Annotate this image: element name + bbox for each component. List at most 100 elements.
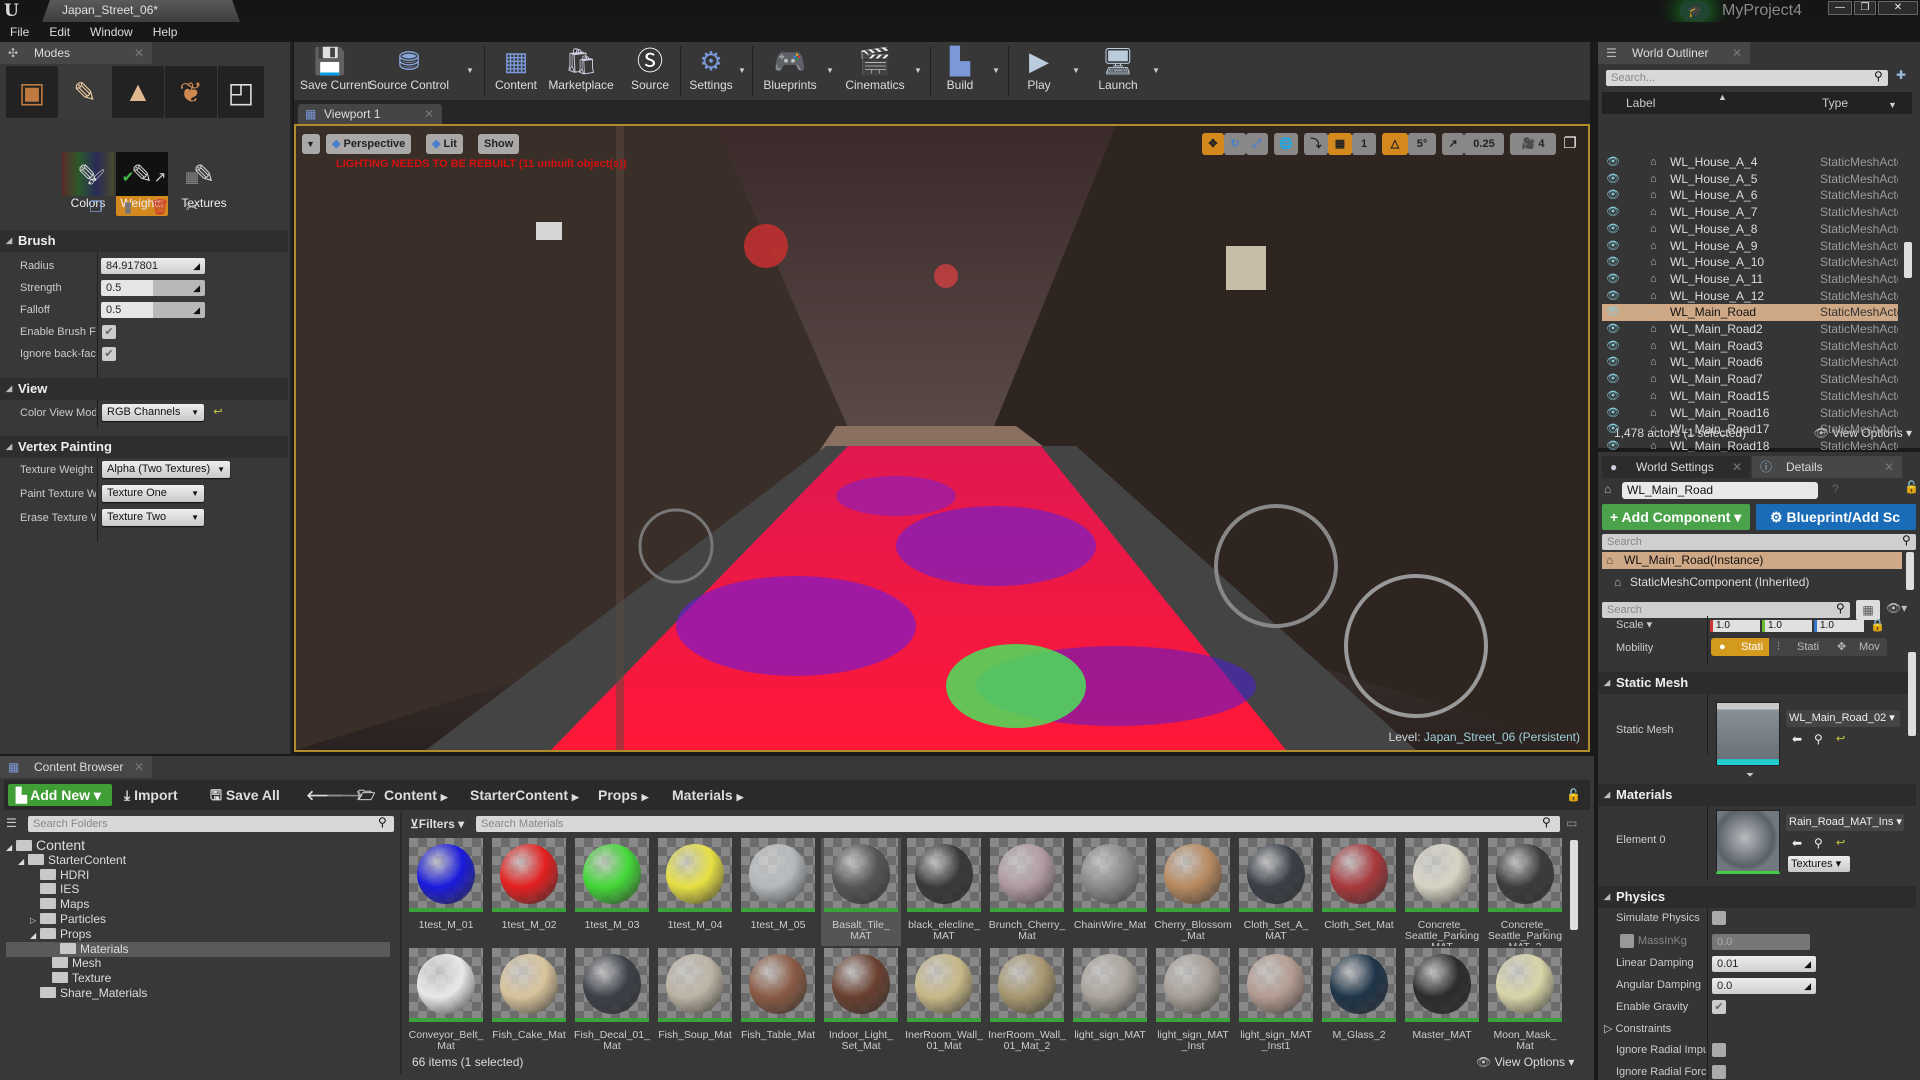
import-button[interactable]: ⤓ Import (124, 784, 178, 806)
viewport[interactable]: ▼ ◆ Perspective ◆ Lit Show LIGHTING NEED… (294, 124, 1590, 752)
asset-tile[interactable]: Concrete_ Seattle_Parking MAT (1402, 838, 1482, 946)
expand-arrow-icon[interactable]: ◢ (6, 840, 16, 855)
rotation-snap-toggle[interactable]: △ (1382, 133, 1408, 155)
folder-item[interactable]: Maps (30, 897, 89, 912)
launch-button[interactable]: 🖥 Launch (1090, 44, 1146, 100)
camera-speed[interactable]: 🎥 4 (1510, 133, 1556, 155)
outliner-row[interactable]: 👁 ⌂ WL_Main_Road15 StaticMeshActor (1602, 388, 1898, 405)
outliner-row[interactable]: 👁 ⌂ WL_House_A_4 StaticMeshActor (1602, 154, 1898, 171)
static-mesh-section-header[interactable]: Static Mesh (1598, 672, 1916, 694)
mass-field[interactable]: 0.0 (1712, 934, 1810, 950)
property-matrix-button[interactable]: ▦ (1856, 600, 1880, 620)
blueprints-dropdown-icon[interactable]: ▼ (826, 66, 834, 75)
marketplace-button[interactable]: 🛍 Marketplace (546, 44, 616, 100)
asset-tile[interactable]: 1test_M_03 (572, 838, 652, 946)
menu-file[interactable]: File (0, 22, 39, 42)
import-icon[interactable]: ▦ (182, 168, 202, 188)
world-outliner-tab[interactable]: ☰ World Outliner ✕ (1598, 42, 1750, 64)
enable-gravity-checkbox[interactable]: ✔ (1712, 1000, 1726, 1014)
visibility-eye-icon[interactable]: 👁 (1606, 371, 1620, 388)
help-icon[interactable]: ? (1832, 482, 1839, 496)
vertex-painting-section-header[interactable]: Vertex Painting (0, 436, 288, 458)
asset-tile[interactable]: InerRoom_Wall_ 01_Mat (904, 948, 984, 1056)
static-mesh-dropdown[interactable]: WL_Main_Road_02 ▾ (1786, 710, 1900, 727)
asset-tile[interactable]: Brunch_Cherry_ Mat (987, 838, 1067, 946)
surface-snap-toggle[interactable]: ⤵ (1304, 133, 1328, 155)
lock-icon[interactable]: 🔓 (1566, 784, 1581, 806)
outliner-row[interactable]: 👁 ⌂ WL_House_A_12 StaticMeshActor (1602, 288, 1898, 305)
visibility-eye-icon[interactable]: 👁 (1606, 254, 1620, 271)
add-folder-icon[interactable]: ✚ (1896, 68, 1906, 82)
menu-help[interactable]: Help (143, 22, 188, 42)
rotation-snap-value[interactable]: 5° (1408, 133, 1436, 155)
reset-icon[interactable]: ↩ (1836, 732, 1845, 745)
add-new-button[interactable]: ▙ Add New ▾ (8, 784, 112, 806)
build-button[interactable]: ▙ Build (934, 44, 986, 100)
visibility-eye-icon[interactable]: 👁 (1606, 288, 1620, 305)
asset-search-input[interactable]: Search Materials (476, 816, 1560, 832)
scale-snap-toggle[interactable]: ↗ (1442, 133, 1464, 155)
cinematics-dropdown-icon[interactable]: ▼ (914, 66, 922, 75)
fill-icon[interactable]: 🖌 (86, 168, 106, 188)
blueprint-button[interactable]: ⚙ Blueprint/Add Sc (1756, 504, 1916, 530)
breadcrumb-startercontent[interactable]: StarterContent ▶ (470, 784, 579, 806)
asset-tile[interactable]: InerRoom_Wall_ 01_Mat_2 (987, 948, 1067, 1056)
scale-tool[interactable]: ⤢ (1246, 133, 1268, 155)
save-all-button[interactable]: 🖫 Save All (210, 784, 280, 806)
cinematics-button[interactable]: 🎬 Cinematics (842, 44, 908, 100)
scale-y-field[interactable]: 1.0 (1762, 620, 1812, 632)
details-search-input[interactable]: Search (1602, 602, 1850, 618)
asset-tile[interactable]: Cloth_Set_Mat (1319, 838, 1399, 946)
folder-item[interactable]: Share_Materials (30, 986, 147, 1001)
outliner-row[interactable]: 👁 ⌂ WL_Main_Road16 StaticMeshActor (1602, 405, 1898, 422)
expand-arrow-icon[interactable]: ◢ (18, 854, 28, 869)
asset-tile[interactable]: Indoor_Light_ Set_Mat (821, 948, 901, 1056)
landscape-mode-button[interactable]: ▲ (112, 66, 164, 118)
outliner-search-input[interactable]: Search... (1606, 70, 1888, 86)
visibility-eye-icon[interactable]: 👁 (1606, 354, 1620, 371)
asset-tile[interactable]: 1test_M_02 (489, 838, 569, 946)
visibility-eye-icon[interactable]: 👁 (1606, 154, 1620, 171)
color-view-mode-dropdown[interactable]: RGB Channels ▼ (102, 404, 204, 421)
asset-tile[interactable]: 1test_M_04 (655, 838, 735, 946)
component-instance-row[interactable]: ⌂ WL_Main_Road(Instance) (1602, 552, 1902, 569)
source-button[interactable]: Ⓢ Source (628, 44, 672, 100)
simulate-physics-checkbox[interactable] (1712, 911, 1726, 925)
radius-field[interactable]: 84.917801 ◢ (101, 258, 205, 274)
close-tab-icon[interactable]: ✕ (424, 104, 434, 124)
actor-name-input[interactable]: WL_Main_Road (1622, 482, 1818, 499)
asset-tile[interactable]: light_sign_MAT _Inst1 (1236, 948, 1316, 1056)
grid-snap-value[interactable]: 1 (1352, 133, 1376, 155)
physics-section-header[interactable]: Physics (1598, 886, 1916, 908)
brush-section-header[interactable]: Brush (0, 230, 288, 252)
details-tab[interactable]: ⓘ Details ✕ (1752, 456, 1902, 478)
content-browser-view-options[interactable]: 👁 View Options ▾ (1476, 1055, 1574, 1069)
paste-icon[interactable]: ▮ (118, 198, 138, 218)
content-browser-tab[interactable]: ▦ Content Browser ✕ (0, 756, 152, 778)
expand-arrow-icon[interactable]: ▷ (30, 913, 40, 928)
add-component-button[interactable]: + Add Component ▾ (1602, 504, 1750, 530)
folder-item[interactable]: IES (30, 882, 79, 897)
close-tab-icon[interactable]: ✕ (1732, 456, 1742, 478)
details-scrollbar[interactable] (1908, 652, 1916, 736)
paint-mode-button[interactable]: ✎ (59, 66, 111, 118)
asset-grid-scrollbar[interactable] (1570, 840, 1578, 930)
visibility-eye-icon[interactable]: 👁 (1606, 405, 1620, 422)
outliner-scrollbar[interactable] (1904, 242, 1912, 278)
constraints-row[interactable]: ▷ Constraints (1604, 1022, 1671, 1035)
asset-tile[interactable]: light_sign_MAT _Inst (1153, 948, 1233, 1056)
expand-arrow-icon[interactable] (30, 869, 40, 884)
components-scrollbar[interactable] (1906, 552, 1914, 590)
world-settings-tab[interactable]: ● World Settings ✕ (1602, 456, 1750, 478)
enable-brush-flow-checkbox[interactable]: ✔ (102, 325, 116, 339)
falloff-slider[interactable]: 0.5 ◢ (101, 302, 205, 318)
folder-item[interactable]: Mesh (42, 956, 101, 971)
place-mode-button[interactable]: ▣ (6, 66, 58, 118)
asset-tile[interactable]: Fish_Soup_Mat (655, 948, 735, 1056)
sources-toggle-icon[interactable]: ☰ (6, 816, 17, 830)
expand-arrow-icon[interactable]: ◢ (30, 928, 40, 943)
material-thumbnail[interactable] (1716, 810, 1780, 874)
expand-arrow-icon[interactable] (30, 883, 40, 898)
asset-tile[interactable]: 1test_M_05 (738, 838, 818, 946)
asset-tile[interactable]: Moon_Mask_ Mat (1485, 948, 1565, 1056)
